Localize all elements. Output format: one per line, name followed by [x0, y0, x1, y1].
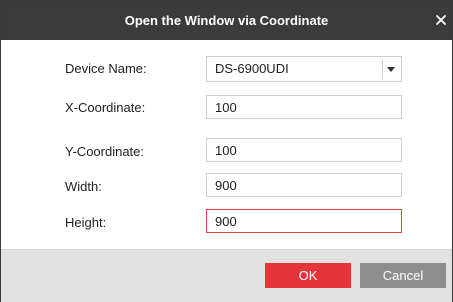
x-coordinate-input[interactable]	[206, 95, 402, 119]
height-input[interactable]	[206, 209, 402, 233]
y-coordinate-label: Y-Coordinate:	[65, 144, 145, 159]
chevron-down-icon[interactable]	[387, 67, 395, 72]
close-button[interactable]	[432, 11, 450, 29]
dialog-titlebar: Open the Window via Coordinate	[1, 1, 452, 40]
select-divider	[382, 59, 383, 79]
dialog-footer: OK Cancel	[1, 249, 452, 302]
width-label: Width:	[65, 179, 102, 194]
dialog-title: Open the Window via Coordinate	[124, 13, 329, 28]
x-coordinate-label: X-Coordinate:	[65, 100, 146, 115]
ok-button[interactable]: OK	[265, 263, 351, 288]
width-input[interactable]	[206, 173, 402, 197]
device-name-value: DS-6900UDI	[215, 61, 289, 76]
height-label: Height:	[65, 215, 107, 230]
close-icon	[432, 11, 450, 29]
y-coordinate-input[interactable]	[206, 138, 402, 162]
coordinate-dialog: Open the Window via Coordinate Device Na…	[0, 0, 453, 302]
cancel-button[interactable]: Cancel	[360, 263, 446, 288]
device-name-label: Device Name:	[65, 61, 147, 76]
device-name-select[interactable]: DS-6900UDI	[206, 56, 402, 82]
